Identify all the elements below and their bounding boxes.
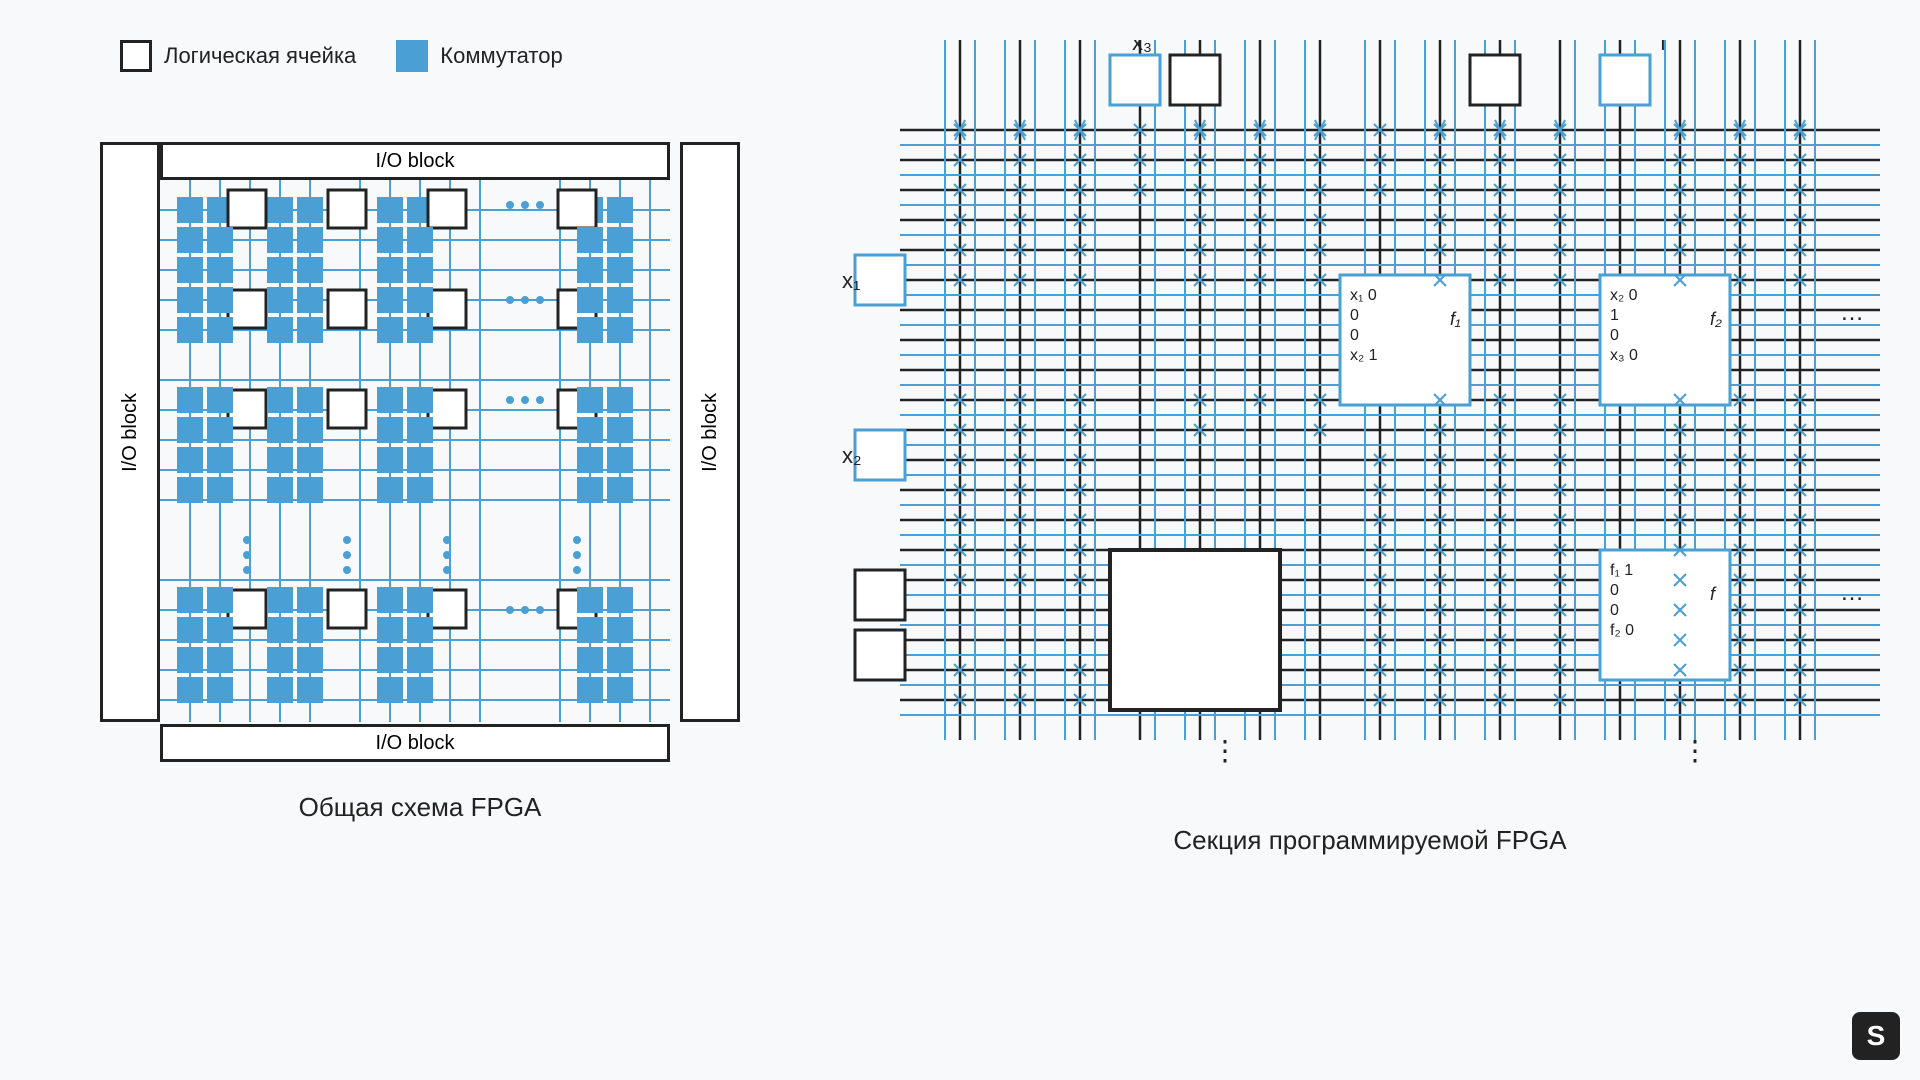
legend-cell: Логическая ячейка <box>120 40 356 72</box>
legend: Логическая ячейка Коммутатор <box>120 40 563 72</box>
io-block-top: I/O block <box>160 142 670 180</box>
svg-text:f₁: f₁ <box>1450 309 1461 329</box>
svg-text:0: 0 <box>1350 307 1359 324</box>
legend-switch: Коммутатор <box>396 40 562 72</box>
fpga-diagram: I/O block I/O block I/O block I/O block <box>100 102 740 782</box>
right-panel: x₃ f x₁ x₂ x₁ 0 0 0 x₂ 1 f₁ <box>840 40 1900 1060</box>
io-block-left: I/O block <box>100 142 160 722</box>
svg-text:x₁: x₁ <box>842 268 860 293</box>
svg-text:f: f <box>1660 40 1667 55</box>
svg-text:f₂ 0: f₂ 0 <box>1610 622 1634 639</box>
svg-text:x₂ 1: x₂ 1 <box>1350 347 1378 364</box>
cell-icon <box>120 40 152 72</box>
svg-text:x₂ 0: x₂ 0 <box>1610 287 1638 304</box>
switch-label: Коммутатор <box>440 43 562 69</box>
svg-text:x₃: x₃ <box>1132 40 1152 55</box>
left-caption: Общая схема FPGA <box>299 792 542 823</box>
cell-label: Логическая ячейка <box>164 43 356 69</box>
left-panel: Логическая ячейка Коммутатор I/O block I… <box>60 40 780 1060</box>
svg-text:0: 0 <box>1610 327 1619 344</box>
fpga-section-diagram: x₃ f x₁ x₂ x₁ 0 0 0 x₂ 1 f₁ <box>840 40 1900 820</box>
svg-text:x₃ 0: x₃ 0 <box>1610 347 1638 364</box>
io-block-right: I/O block <box>680 142 740 722</box>
right-caption: Секция программируемой FPGA <box>1173 825 1566 856</box>
svg-text:⋮: ⋮ <box>1681 735 1709 766</box>
svg-text:…: … <box>1840 299 1864 326</box>
logo-icon: S <box>1852 1012 1900 1060</box>
fpga-grid-svg <box>160 180 670 722</box>
io-block-bottom: I/O block <box>160 724 670 762</box>
svg-text:0: 0 <box>1350 327 1359 344</box>
right-diagram-svg: x₃ f x₁ x₂ x₁ 0 0 0 x₂ 1 f₁ <box>840 40 1900 820</box>
svg-text:…: … <box>1840 579 1864 606</box>
svg-text:⋮: ⋮ <box>1211 735 1239 766</box>
switch-icon <box>396 40 428 72</box>
svg-text:0: 0 <box>1610 602 1619 619</box>
svg-text:x₁ 0: x₁ 0 <box>1350 287 1377 304</box>
svg-text:f₂: f₂ <box>1710 309 1722 329</box>
svg-text:0: 0 <box>1610 582 1619 599</box>
svg-text:f₁ 1: f₁ 1 <box>1610 562 1633 579</box>
svg-text:1: 1 <box>1610 307 1619 324</box>
svg-text:x₂: x₂ <box>842 443 862 468</box>
